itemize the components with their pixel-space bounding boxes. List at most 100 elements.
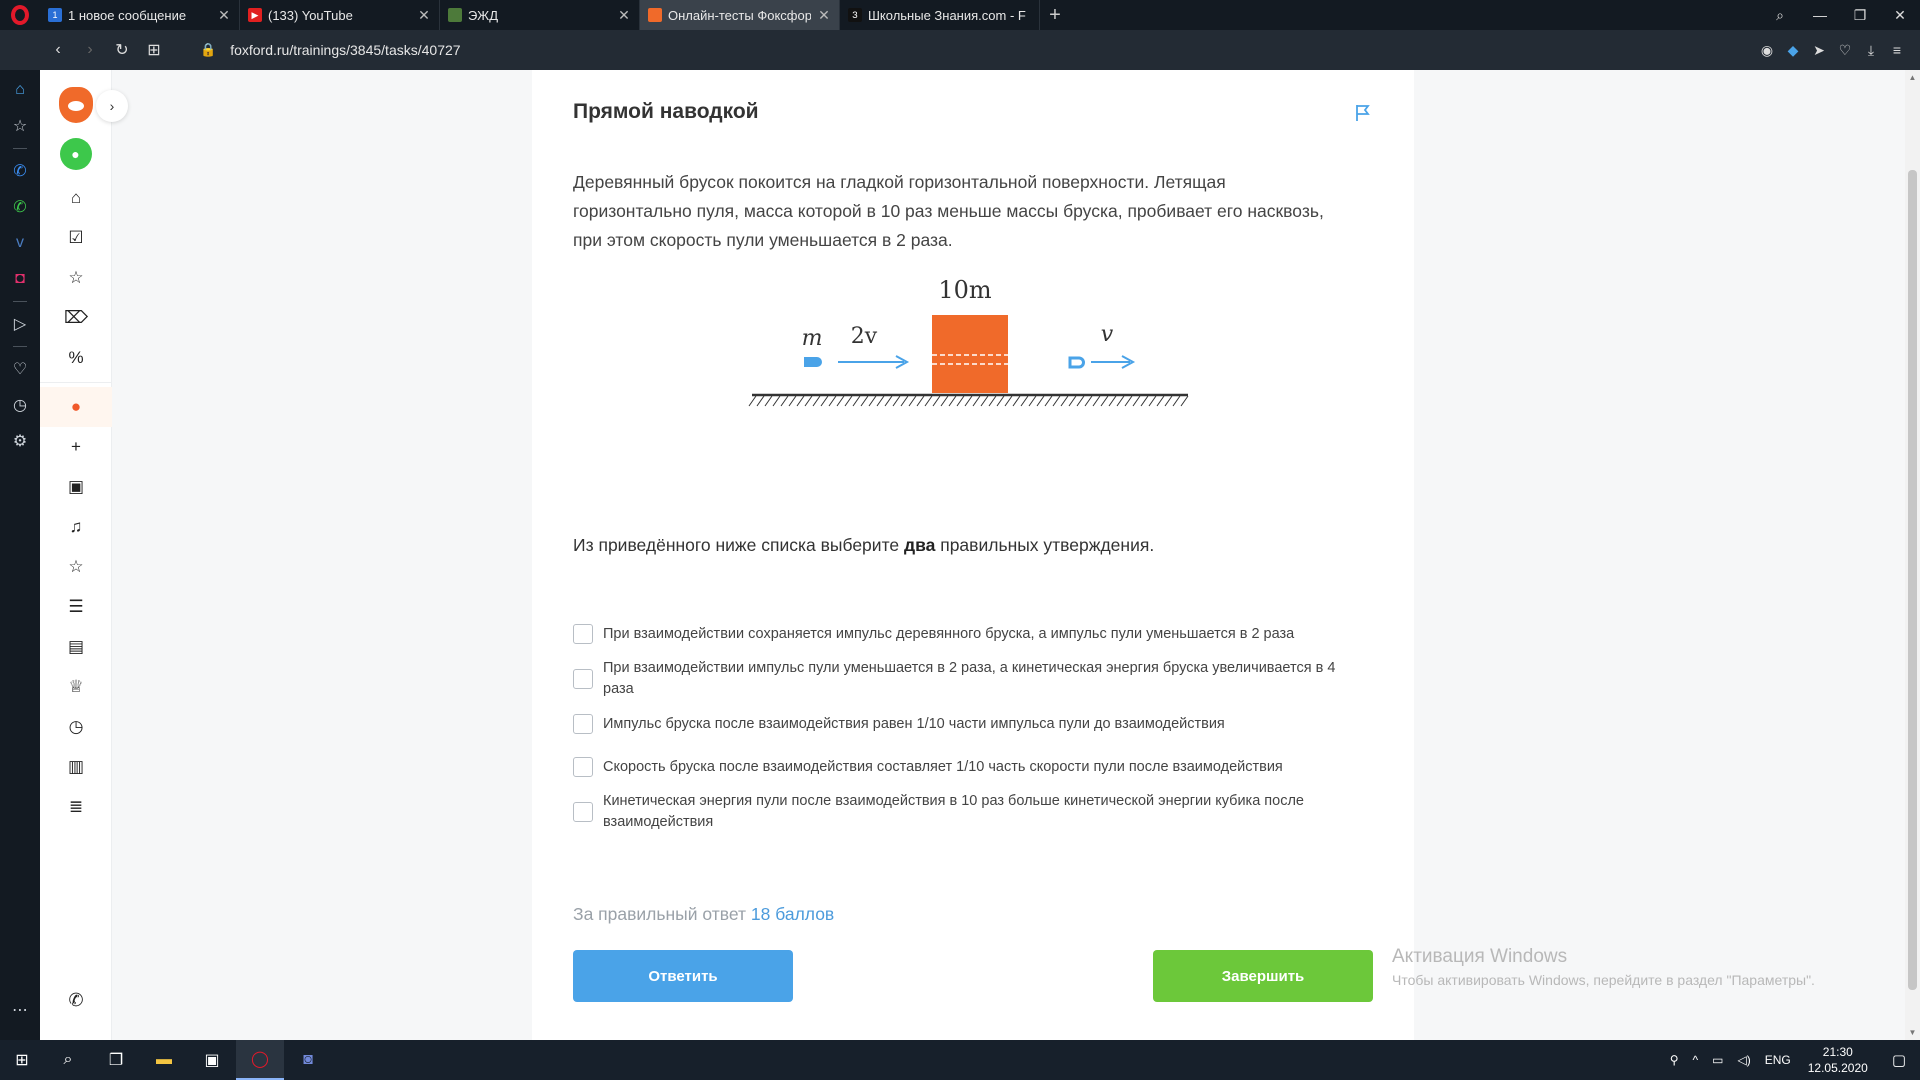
settings-gear-icon[interactable]: ⚙ — [0, 423, 40, 459]
discord-icon[interactable]: ◙ — [284, 1040, 332, 1080]
ground-hatching — [748, 395, 1189, 407]
hatch-mark — [1148, 395, 1157, 407]
tab-close-icon[interactable]: ✕ — [217, 8, 231, 22]
taskbar-clock[interactable]: 21:30 12.05.2020 — [1798, 1044, 1878, 1076]
answer-option-2[interactable]: При взаимодействии импульс пули уменьшае… — [573, 658, 1373, 700]
sidebar-trophy-icon[interactable]: ♕ — [40, 667, 112, 707]
initial-speed-label: 2v — [851, 324, 878, 349]
znanija-favicon-icon: З — [848, 8, 862, 22]
messenger-icon[interactable]: ✆ — [0, 153, 40, 189]
more-dots-icon[interactable]: ⋯ — [0, 992, 40, 1028]
answer-option-3[interactable]: Импульс бруска после взаимодействия раве… — [573, 705, 1373, 743]
restore-icon[interactable]: ❐ — [1840, 7, 1880, 24]
report-flag-icon[interactable] — [1352, 102, 1374, 124]
search-tabs-icon[interactable]: ⌕ — [1760, 7, 1800, 24]
taskbar-search-icon[interactable]: ⌕ — [44, 1040, 92, 1080]
task-view-icon[interactable]: ❐ — [92, 1040, 140, 1080]
divider — [13, 148, 27, 149]
favorites-heart-icon[interactable]: ♡ — [0, 351, 40, 387]
option-checkbox[interactable] — [573, 669, 593, 689]
notifications-icon[interactable]: ▢ — [1878, 1051, 1920, 1069]
send-icon[interactable]: ➤ — [1806, 42, 1832, 59]
download-icon[interactable]: ⤓ — [1858, 42, 1884, 59]
hatch-mark — [916, 395, 925, 407]
scroll-down-icon[interactable]: ▼ — [1905, 1025, 1920, 1040]
sidebar-store-icon[interactable]: ▤ — [40, 627, 112, 667]
flow-send-icon[interactable]: ▷ — [0, 306, 40, 342]
sidebar-phone-icon[interactable]: ✆ — [40, 980, 112, 1020]
hatch-mark — [940, 395, 949, 407]
network-icon[interactable]: ▭ — [1705, 1053, 1730, 1067]
sidebar-home-icon[interactable]: ⌂ — [40, 178, 112, 218]
sidebar-fire-icon[interactable]: ● — [40, 387, 112, 427]
answer-option-1[interactable]: При взаимодействии сохраняется импульс д… — [573, 615, 1373, 653]
tab-close-icon[interactable]: ✕ — [617, 8, 631, 22]
answer-button[interactable]: Ответить — [573, 950, 793, 1002]
page-scrollbar[interactable]: ▲ ▼ — [1905, 70, 1920, 1040]
history-clock-icon[interactable]: ◷ — [0, 387, 40, 423]
sidebar-percent-icon[interactable]: % — [40, 338, 112, 378]
sidebar-tag-icon[interactable]: ⌦ — [40, 298, 112, 338]
tab-title: 1 новое сообщение — [68, 7, 187, 23]
answer-option-4[interactable]: Скорость бруска после взаимодействия сос… — [573, 748, 1373, 786]
close-window-icon[interactable]: ✕ — [1880, 7, 1920, 24]
vk-icon[interactable]: ᴠ — [0, 225, 40, 261]
hatch-mark — [1140, 395, 1149, 407]
whatsapp-icon[interactable]: ✆ — [0, 189, 40, 225]
option-checkbox[interactable] — [573, 802, 593, 822]
opera-sidebar: ⌂ ☆ ✆ ✆ ᴠ ◘ ▷ ♡ ◷ ⚙ ⋯ — [0, 70, 40, 1040]
file-explorer-icon[interactable]: ▬ — [140, 1040, 188, 1080]
expand-sidebar-chevron-icon[interactable]: › — [96, 90, 128, 122]
browser-tab-active[interactable]: Онлайн-тесты Фоксфорд | ✕ — [640, 0, 840, 30]
adblock-shield-icon[interactable]: ◆ — [1780, 42, 1806, 59]
sidebar-play-square-icon[interactable]: ▣ — [40, 467, 112, 507]
windows-start-icon[interactable]: ⊞ — [0, 1040, 44, 1080]
speed-dial-grid-icon[interactable]: ⊞ — [138, 30, 170, 70]
camera-icon[interactable]: ◉ — [1754, 42, 1780, 59]
language-indicator[interactable]: ENG — [1758, 1053, 1798, 1067]
back-arrow-icon[interactable]: ‹ — [42, 30, 74, 70]
opera-menu-button[interactable] — [0, 0, 40, 30]
home-icon[interactable]: ⌂ — [0, 72, 40, 108]
hatch-mark — [1124, 395, 1133, 407]
chat-icon[interactable]: ● — [59, 138, 92, 170]
tab-close-icon[interactable]: ✕ — [417, 8, 431, 22]
reload-icon[interactable]: ↻ — [106, 30, 138, 70]
sidebar-document-icon[interactable]: ≣ — [40, 787, 112, 827]
hatch-mark — [1076, 395, 1085, 407]
option-checkbox[interactable] — [573, 624, 593, 644]
heart-icon[interactable]: ♡ — [1832, 42, 1858, 59]
sidebar-star-icon[interactable]: ☆ — [40, 547, 112, 587]
new-tab-plus-icon[interactable]: + — [1040, 0, 1070, 30]
sidebar-clock-icon[interactable]: ◷ — [40, 707, 112, 747]
option-checkbox[interactable] — [573, 714, 593, 734]
opera-taskbar-icon[interactable]: ◯ — [236, 1040, 284, 1080]
finish-button[interactable]: Завершить — [1153, 950, 1373, 1002]
sidebar-headphones-icon[interactable]: ♫ — [40, 507, 112, 547]
sidebar-plus-icon[interactable]: + — [40, 427, 112, 467]
people-icon[interactable]: ⚲ — [1663, 1053, 1686, 1067]
answer-option-5[interactable]: Кинетическая энергия пули после взаимоде… — [573, 791, 1373, 833]
sidebar-tasks-check-icon[interactable]: ☑ — [40, 218, 112, 258]
browser-tab[interactable]: ▶ (133) YouTube ✕ — [240, 0, 440, 30]
browser-tab[interactable]: ЭЖД ✕ — [440, 0, 640, 30]
url-field[interactable]: 🔒 foxford.ru/trainings/3845/tasks/40727 — [200, 42, 461, 58]
minimize-icon[interactable]: — — [1800, 7, 1840, 23]
sidebar-list-icon[interactable]: ☰ — [40, 587, 112, 627]
scrollbar-thumb[interactable] — [1908, 170, 1917, 990]
instagram-icon[interactable]: ◘ — [0, 261, 40, 297]
scroll-up-icon[interactable]: ▲ — [1905, 70, 1920, 85]
forward-arrow-icon[interactable]: › — [74, 30, 106, 70]
browser-tab[interactable]: 1 1 новое сообщение ✕ — [40, 0, 240, 30]
volume-icon[interactable]: ◁) — [1731, 1053, 1758, 1067]
sidebar-favorites-star-icon[interactable]: ☆ — [40, 258, 112, 298]
easy-setup-icon[interactable]: ≡ — [1884, 42, 1910, 58]
browser-tab[interactable]: З Школьные Знания.com - F — [840, 0, 1040, 30]
sidebar-notebook-icon[interactable]: ▥ — [40, 747, 112, 787]
tray-chevron-up-icon[interactable]: ^ — [1686, 1053, 1706, 1067]
tab-close-icon[interactable]: ✕ — [817, 8, 831, 22]
hatch-mark — [876, 395, 885, 407]
option-checkbox[interactable] — [573, 757, 593, 777]
store-bag-icon[interactable]: ▣ — [188, 1040, 236, 1080]
bookmarks-star-icon[interactable]: ☆ — [0, 108, 40, 144]
